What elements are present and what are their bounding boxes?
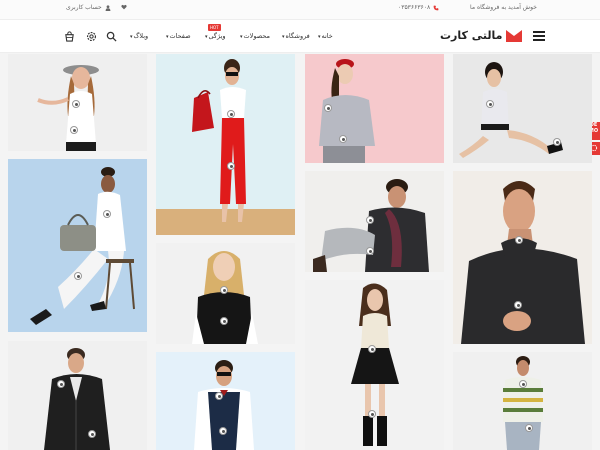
nav-products-label: محصولات <box>243 32 271 40</box>
hotspot[interactable] <box>220 317 228 325</box>
hotspot[interactable] <box>514 301 522 309</box>
hotspot[interactable] <box>227 162 235 170</box>
hotspot[interactable] <box>553 138 561 146</box>
wishlist-link[interactable] <box>121 4 127 10</box>
product-image-8[interactable] <box>305 171 444 272</box>
man-sweater-image <box>461 181 585 344</box>
man-vest-image <box>194 360 254 450</box>
welcome-text: خوش آمدید به فروشگاه ما <box>470 4 537 11</box>
phone-info[interactable]: ۰۳۵۳۶۶۳۶۰۸ <box>398 4 439 11</box>
product-image-3[interactable] <box>8 341 147 450</box>
nav-pages[interactable]: صفحات▾ <box>166 32 191 40</box>
nav-features-label: ویژگی <box>208 32 226 40</box>
nav-shop-label: فروشگاه <box>285 32 310 40</box>
user-icon <box>105 4 111 11</box>
nav-pages-label: صفحات <box>169 32 191 40</box>
product-image-1[interactable] <box>8 54 147 151</box>
menu-icon[interactable] <box>533 31 545 41</box>
hotspot[interactable] <box>74 272 82 280</box>
woman-seated-image <box>459 62 563 158</box>
man-striped-shirt-image <box>503 356 543 450</box>
woman-bag-image <box>8 159 147 332</box>
account-label: حساب کاربری <box>66 4 102 11</box>
hotspot[interactable] <box>72 100 80 108</box>
site-logo[interactable]: مالتی کارت <box>440 29 523 42</box>
hotspot[interactable] <box>368 345 376 353</box>
hotspot[interactable] <box>515 236 523 244</box>
gear-icon[interactable] <box>86 31 97 42</box>
hotspot[interactable] <box>366 247 374 255</box>
heart-icon <box>121 4 127 10</box>
hotspot[interactable] <box>519 380 527 388</box>
top-bar: خوش آمدید به فروشگاه ما ۰۳۵۳۶۶۳۶۰۸ حساب … <box>0 0 600 20</box>
product-image-2[interactable] <box>8 159 147 332</box>
hotspot[interactable] <box>368 410 376 418</box>
product-image-12[interactable] <box>453 352 592 450</box>
hotspot[interactable] <box>366 216 374 224</box>
hotspot[interactable] <box>219 427 227 435</box>
welcome-label: خوش آمدید به فروشگاه ما <box>470 4 537 11</box>
woman-red-pants-image <box>156 59 295 235</box>
hotspot[interactable] <box>215 392 223 400</box>
nav-home-label: خانه <box>321 32 333 40</box>
man-leather-jacket-image <box>44 348 110 450</box>
phone-icon <box>433 5 439 10</box>
nav-shop[interactable]: فروشگاه▾ <box>282 32 310 40</box>
product-image-6[interactable] <box>156 352 295 450</box>
nav-products[interactable]: محصولات▾ <box>240 32 270 40</box>
hotspot[interactable] <box>227 110 235 118</box>
hotspot[interactable] <box>57 380 65 388</box>
product-image-4[interactable] <box>156 54 295 235</box>
hotspot[interactable] <box>220 286 228 294</box>
hotspot[interactable] <box>103 210 111 218</box>
main-header: مالتی کارت خانه▾ فروشگاه▾ محصولات▾ ویژگی… <box>0 20 600 53</box>
nav-blog-label: وبلاگ <box>133 32 149 40</box>
man-scarf-image <box>313 179 429 272</box>
hotspot[interactable] <box>339 135 347 143</box>
woman-dress-image <box>351 283 399 446</box>
nav-blog[interactable]: وبلاگ▾ <box>130 32 148 40</box>
product-image-10[interactable] <box>453 54 592 163</box>
hotspot[interactable] <box>486 100 494 108</box>
hotspot[interactable] <box>70 126 78 134</box>
product-image-11[interactable] <box>453 171 592 344</box>
hotspot[interactable] <box>88 430 96 438</box>
hotspot[interactable] <box>324 104 332 112</box>
nav-features[interactable]: ویژگی▾ <box>205 32 226 40</box>
logo-mark-icon <box>506 29 523 42</box>
cart-icon[interactable] <box>64 31 75 42</box>
hotspot[interactable] <box>525 424 533 432</box>
hot-badge: HOT <box>208 24 221 31</box>
account-link[interactable]: حساب کاربری <box>66 4 111 11</box>
search-icon[interactable] <box>106 31 117 42</box>
product-image-7[interactable] <box>305 54 444 163</box>
nav-home[interactable]: خانه▾ <box>318 32 333 40</box>
phone-number: ۰۳۵۳۶۶۳۶۰۸ <box>398 4 431 11</box>
logo-text: مالتی کارت <box>440 29 503 42</box>
product-image-9[interactable] <box>305 280 444 450</box>
product-image-5[interactable] <box>156 243 295 344</box>
